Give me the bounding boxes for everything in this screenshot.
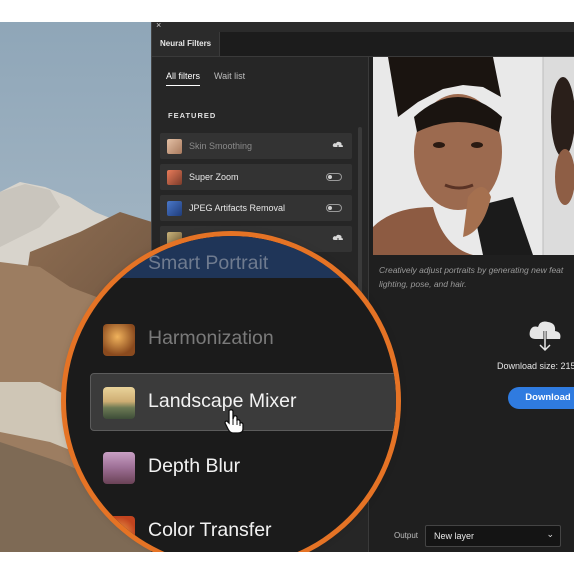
depth-blur-thumbnail [103, 452, 135, 484]
magnified-item-label: Depth Blur [148, 455, 241, 477]
output-select[interactable]: New layer ⌄ [425, 525, 561, 547]
magnified-item-harmonization[interactable]: Harmonization [90, 312, 396, 366]
filter-item-skin-smoothing[interactable]: Skin Smoothing [160, 133, 352, 159]
magnified-filter-list: Smart Portrait Harmonization Landscape M… [66, 236, 396, 552]
screenshot-scene: × Neural Filters All filters Wait list F… [0, 22, 574, 552]
magnified-item-color-transfer[interactable]: Color Transfer [90, 504, 396, 552]
panel-title-strip: × [152, 22, 574, 32]
jpeg-artifacts-thumbnail [167, 200, 182, 216]
super-zoom-toggle[interactable] [326, 173, 342, 181]
magnified-item-depth-blur[interactable]: Depth Blur [90, 440, 396, 494]
jpeg-artifacts-toggle[interactable] [326, 204, 342, 212]
filter-detail-column: Creatively adjust portraits by generatin… [369, 57, 574, 552]
filter-item-jpeg-artifacts-removal[interactable]: JPEG Artifacts Removal [160, 195, 352, 221]
cloud-download-icon[interactable] [332, 141, 344, 151]
smart-portrait-preview-image [373, 57, 574, 255]
harmonization-thumbnail [103, 324, 135, 356]
color-transfer-thumbnail [103, 516, 135, 548]
magnifier-circle: Smart Portrait Harmonization Landscape M… [66, 236, 396, 552]
cloud-download-icon-large [529, 321, 561, 353]
output-select-value: New layer [434, 531, 475, 541]
filter-item-label: Super Zoom [189, 172, 239, 182]
featured-section-label: FEATURED [168, 111, 217, 120]
download-size-text: Download size: 215 [497, 361, 574, 371]
magnified-item-label: Harmonization [148, 327, 274, 349]
tab-wait-list[interactable]: Wait list [214, 71, 245, 86]
filter-description: Creatively adjust portraits by generatin… [379, 263, 574, 291]
panel-tab-bar: Neural Filters [152, 32, 574, 57]
magnified-item-label: Color Transfer [148, 519, 272, 541]
landscape-mixer-thumbnail [103, 387, 135, 419]
filter-item-label: JPEG Artifacts Removal [189, 203, 286, 213]
download-button[interactable]: Download [508, 387, 574, 409]
close-icon[interactable]: × [156, 22, 161, 31]
tab-all-filters[interactable]: All filters [166, 71, 201, 86]
skin-smoothing-thumbnail [167, 138, 182, 154]
hand-pointer-cursor-icon [224, 409, 244, 434]
output-label: Output [394, 531, 419, 540]
tab-neural-filters[interactable]: Neural Filters [152, 32, 221, 56]
description-line-2: lighting, pose, and hair. [379, 279, 467, 289]
chevron-down-icon: ⌄ [546, 529, 554, 539]
filter-item-label: Skin Smoothing [189, 141, 253, 151]
magnified-item-label: Smart Portrait [148, 252, 269, 274]
filter-item-super-zoom[interactable]: Super Zoom [160, 164, 352, 190]
magnified-item-smart-portrait[interactable]: Smart Portrait [66, 236, 396, 278]
description-line-1: Creatively adjust portraits by generatin… [379, 265, 564, 275]
filter-tabs: All filters Wait list [166, 71, 245, 86]
super-zoom-thumbnail [167, 169, 182, 185]
